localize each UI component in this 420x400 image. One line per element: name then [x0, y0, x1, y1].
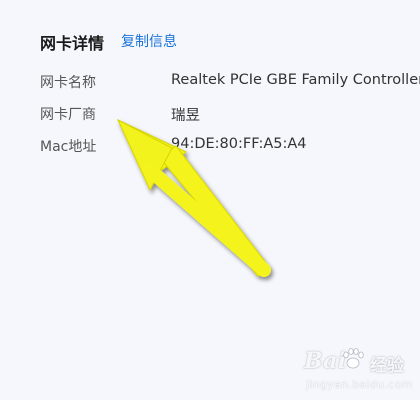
row-value-vendor: 瑞昱	[171, 108, 200, 124]
section-title: 网卡详情	[40, 34, 105, 53]
row-label-mac-address: Mac地址	[40, 139, 97, 155]
watermark-url: jingyan.baidu.com	[306, 378, 413, 391]
row-label-adapter-name: 网卡名称	[40, 75, 96, 91]
watermark-jingyan-text: 经验	[370, 356, 404, 376]
row-label-vendor: 网卡厂商	[40, 107, 96, 123]
copy-info-link[interactable]: 复制信息	[121, 31, 177, 51]
network-card-details-panel: 网卡详情 复制信息 网卡名称 Realtek PCIe GBE Family C…	[0, 0, 420, 400]
baidu-jingyan-watermark: Bai 经验 jingyan.baidu.com	[278, 346, 418, 396]
paw-logo-icon	[343, 348, 364, 369]
row-value-mac-address: 94:DE:80:FF:A5:A4	[171, 136, 307, 152]
row-value-adapter-name: Realtek PCIe GBE Family Controller	[171, 72, 420, 88]
